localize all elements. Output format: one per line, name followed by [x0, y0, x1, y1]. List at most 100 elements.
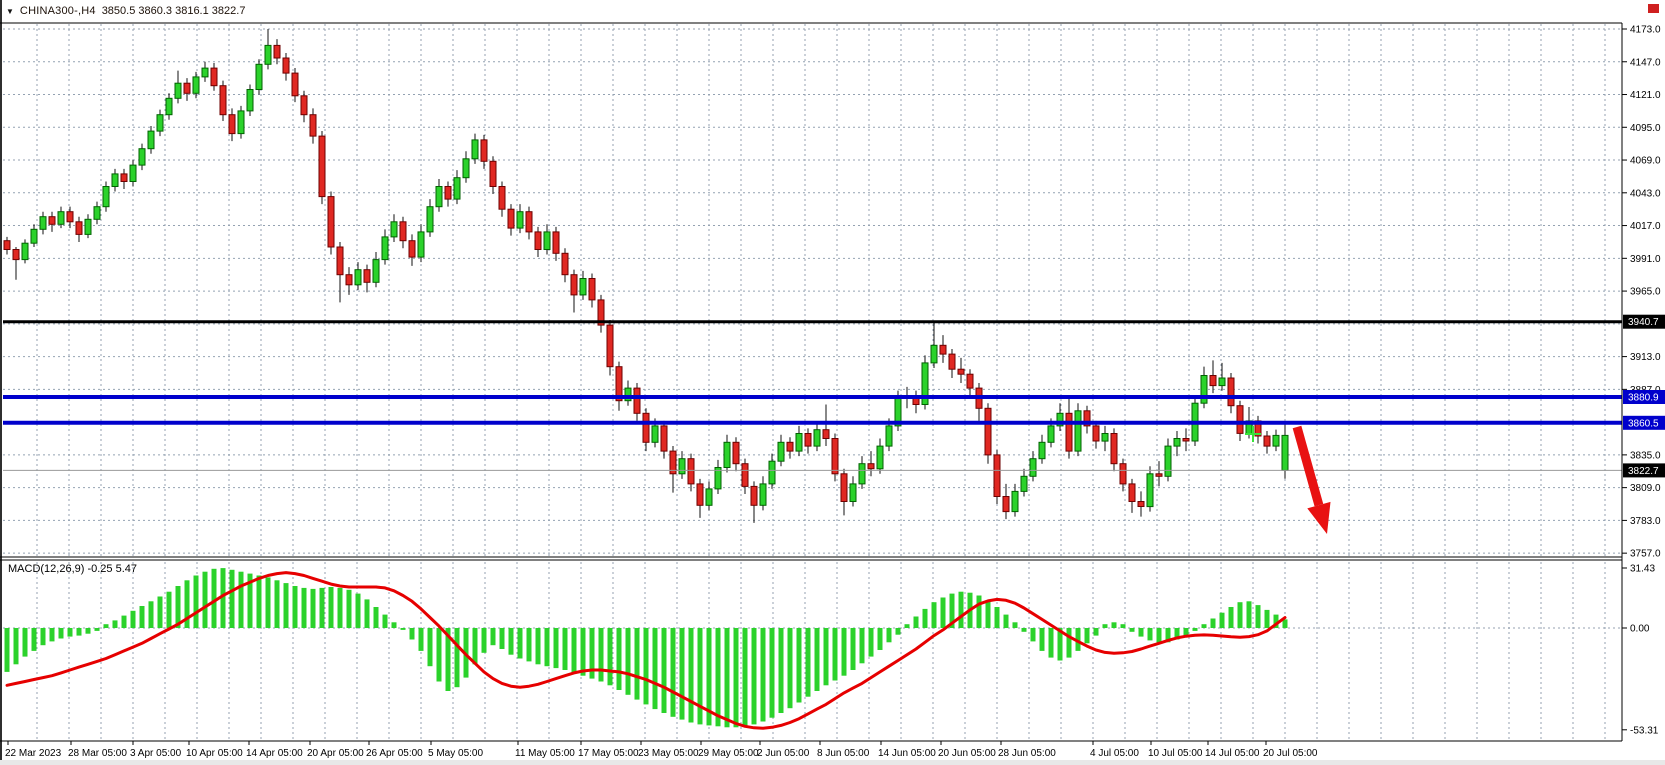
candle-body — [1003, 497, 1009, 512]
price-tick-label: 4017.0 — [1630, 221, 1661, 232]
candle-body — [310, 115, 316, 136]
candle-body — [319, 136, 325, 197]
candle-body — [211, 68, 217, 86]
candle-body — [1048, 426, 1054, 442]
time-tick-label: 14 Apr 05:00 — [246, 748, 303, 759]
candle-body — [364, 270, 370, 283]
symbol-dropdown-icon[interactable]: ▼ — [6, 7, 14, 16]
macd-histogram-bar — [374, 607, 379, 628]
macd-histogram-bar — [167, 592, 172, 628]
candle-body — [571, 275, 577, 295]
candle-body — [1102, 434, 1108, 442]
macd-histogram-bar — [122, 616, 127, 628]
window-left-border — [0, 0, 2, 760]
candle-body — [850, 484, 856, 502]
macd-histogram-bar — [320, 588, 325, 628]
macd-histogram-bar — [572, 628, 577, 673]
candle-body — [1039, 442, 1045, 458]
time-tick-label: 11 May 05:00 — [515, 748, 575, 759]
price-tick-label: 4069.0 — [1630, 156, 1661, 167]
macd-histogram-bar — [266, 577, 271, 628]
macd-histogram-bar — [653, 628, 658, 709]
macd-indicator-label: MACD(12,26,9) -0.25 5.47 — [8, 563, 137, 575]
macd-histogram-bar — [842, 628, 847, 676]
price-tick-label: 3835.0 — [1630, 450, 1661, 461]
macd-histogram-bar — [734, 628, 739, 727]
macd-histogram-bar — [1211, 619, 1216, 629]
macd-histogram-bar — [716, 628, 721, 726]
macd-histogram-bar — [329, 587, 334, 628]
candle-body — [823, 430, 829, 439]
price-tick-label: 3757.0 — [1630, 549, 1661, 560]
candle-body — [868, 464, 874, 469]
candle-body — [409, 241, 415, 257]
candle-body — [418, 232, 424, 257]
macd-histogram-bar — [851, 628, 856, 670]
macd-histogram-bar — [1157, 628, 1162, 643]
macd-histogram-bar — [788, 628, 793, 708]
macd-histogram-bar — [293, 586, 298, 628]
time-tick-label: 8 Jun 05:00 — [817, 748, 870, 759]
candle-body — [787, 442, 793, 451]
candle-body — [832, 439, 838, 474]
candle-body — [31, 229, 37, 243]
macd-histogram-bar — [365, 599, 370, 628]
macd-histogram-bar — [815, 628, 820, 691]
candle-body — [175, 83, 181, 98]
price-axis[interactable]: 4173.04147.04121.04095.04069.04043.04017… — [1622, 25, 1665, 737]
macd-histogram-bar — [878, 628, 883, 650]
macd-histogram-bar — [635, 628, 640, 700]
candle-body — [337, 247, 343, 275]
candle-body — [553, 232, 559, 253]
candle-body — [589, 279, 595, 300]
macd-histogram-bar — [1184, 628, 1189, 636]
candle-body — [292, 73, 298, 96]
symbol-period-label: CHINA300-,H4 — [20, 5, 96, 17]
time-axis[interactable]: 22 Mar 202328 Mar 05:003 Apr 05:0010 Apr… — [5, 741, 1318, 759]
candle-body — [769, 461, 775, 484]
macd-histogram-bar — [239, 572, 244, 628]
candle-body — [1210, 376, 1216, 386]
macd-histogram-bar — [554, 628, 559, 668]
macd-histogram-bar — [986, 600, 991, 628]
macd-histogram-bar — [491, 628, 496, 645]
candle-body — [148, 131, 154, 149]
macd-histogram-bar — [1202, 624, 1207, 628]
price-tick-label: 3913.0 — [1630, 352, 1661, 363]
time-tick-label: 14 Jul 05:00 — [1205, 748, 1260, 759]
macd-histogram-bar — [104, 624, 109, 628]
macd-histogram-bar — [680, 628, 685, 720]
candle-body — [544, 232, 550, 250]
candle-body — [427, 207, 433, 232]
candle-body — [76, 222, 82, 235]
macd-histogram-bar — [743, 628, 748, 726]
candle-body — [1264, 436, 1270, 446]
candle-body — [1075, 411, 1081, 451]
candle-body — [256, 64, 262, 89]
price-tick-label: 3991.0 — [1630, 254, 1661, 265]
candle-body — [1066, 413, 1072, 451]
candle-body — [382, 237, 388, 260]
macd-histogram-bar — [671, 628, 676, 717]
candle-body — [13, 250, 19, 260]
macd-histogram-bar — [833, 628, 838, 681]
price-tick-label: 3965.0 — [1630, 287, 1661, 298]
macd-histogram-bar — [95, 628, 100, 631]
macd-histogram-bar — [1013, 622, 1018, 628]
candle-body — [463, 159, 469, 178]
macd-histogram-bar — [1049, 628, 1054, 658]
candle-body — [238, 111, 244, 134]
candle-body — [274, 45, 280, 58]
time-tick-label: 5 May 05:00 — [428, 748, 483, 759]
candle-body — [1273, 435, 1279, 446]
level-price-badge-label: 3860.5 — [1628, 418, 1659, 429]
price-chart-canvas[interactable]: 4173.04147.04121.04095.04069.04043.04017… — [0, 0, 1665, 765]
macd-histogram-bar — [545, 628, 550, 666]
macd-histogram-bar — [1112, 622, 1117, 628]
candle-body — [1237, 406, 1243, 434]
macd-histogram-bar — [905, 624, 910, 628]
down-arrow-annotation[interactable] — [1297, 427, 1331, 534]
candle-body — [283, 58, 289, 73]
candle-body — [733, 442, 739, 463]
time-tick-label: 10 Jul 05:00 — [1148, 748, 1203, 759]
